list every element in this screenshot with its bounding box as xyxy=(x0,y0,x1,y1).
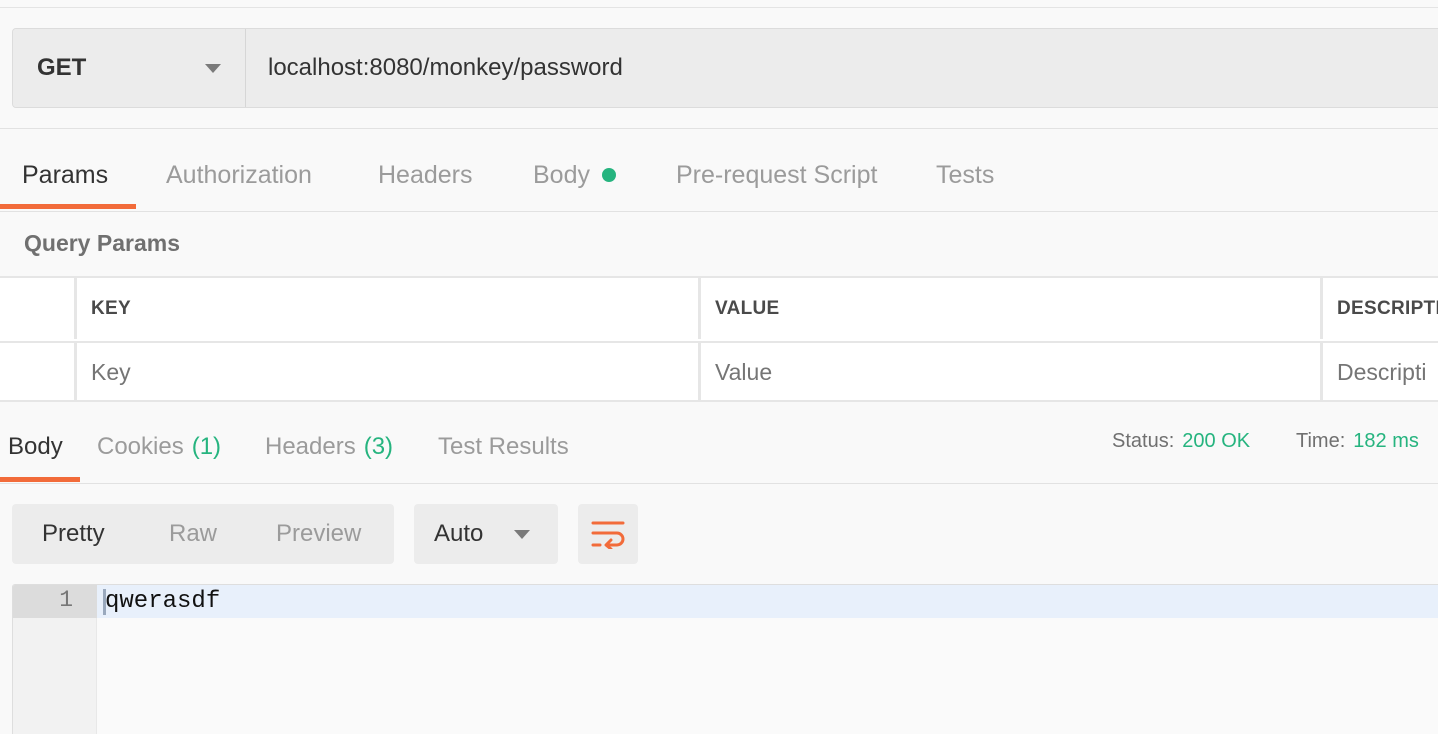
status-readout: Status: 200 OK xyxy=(1112,430,1250,453)
row-handle-cell xyxy=(0,278,72,339)
tab-label: Headers xyxy=(265,433,356,460)
response-tab-headers[interactable]: Headers (3) xyxy=(265,414,393,480)
preview-button[interactable]: Preview xyxy=(276,520,361,548)
wrap-lines-button[interactable] xyxy=(578,504,638,564)
request-tabs: Params Authorization Headers Body Pre-re… xyxy=(0,140,1438,212)
row-handle-cell xyxy=(0,343,72,402)
tab-label: Cookies xyxy=(97,433,184,460)
description-cell xyxy=(1320,343,1438,402)
tab-tests[interactable]: Tests xyxy=(936,140,994,210)
table-row xyxy=(0,341,1438,402)
key-input[interactable] xyxy=(91,359,698,386)
method-select[interactable]: GET xyxy=(13,29,246,107)
query-params-title: Query Params xyxy=(24,230,180,256)
active-response-tab-indicator xyxy=(0,477,80,482)
url-input[interactable] xyxy=(246,29,1438,107)
format-select[interactable]: Auto xyxy=(414,504,558,564)
tab-pre-request-script[interactable]: Pre-request Script xyxy=(676,140,877,210)
top-edge xyxy=(0,0,1438,8)
tab-label: Tests xyxy=(936,160,995,189)
tab-label: Params xyxy=(22,160,109,189)
time-label: Time: xyxy=(1296,430,1346,452)
description-input[interactable] xyxy=(1337,359,1438,386)
tab-label: Body xyxy=(533,160,590,189)
tab-count: (3) xyxy=(363,433,394,460)
code-line: qwerasdf xyxy=(105,588,221,615)
green-dot-icon xyxy=(601,168,616,182)
method-label: GET xyxy=(37,54,87,81)
tab-label: Headers xyxy=(378,160,473,189)
value-input[interactable] xyxy=(715,359,1322,386)
view-mode-group: Pretty Raw Preview xyxy=(12,504,394,564)
query-params-table: KEY VALUE DESCRIPTIO xyxy=(0,276,1438,402)
format-label: Auto xyxy=(434,520,484,547)
column-header-value: VALUE xyxy=(698,278,1322,339)
time-value: 182 ms xyxy=(1353,430,1419,452)
tab-label: Body xyxy=(8,433,63,460)
status-value: 200 OK xyxy=(1182,430,1251,452)
response-tab-body[interactable]: Body xyxy=(8,414,63,480)
pretty-button[interactable]: Pretty xyxy=(42,520,105,548)
line-number: 1 xyxy=(59,587,73,613)
tab-body[interactable]: Body xyxy=(533,140,616,210)
tab-params[interactable]: Params xyxy=(22,140,108,210)
active-line-highlight xyxy=(97,585,1438,618)
active-tab-indicator xyxy=(0,204,136,209)
table-header-row: KEY VALUE DESCRIPTIO xyxy=(0,278,1438,339)
chevron-down-icon xyxy=(514,529,530,539)
column-header-key: KEY xyxy=(74,278,698,339)
response-body-editor[interactable]: 1 qwerasdf xyxy=(12,584,1438,734)
active-line-gutter: 1 xyxy=(13,585,97,618)
response-tab-test-results[interactable]: Test Results xyxy=(438,414,569,480)
divider xyxy=(0,128,1438,129)
status-label: Status: xyxy=(1112,430,1175,452)
request-bar: GET xyxy=(12,28,1438,108)
column-header-description: DESCRIPTIO xyxy=(1320,278,1438,339)
tab-label: Test Results xyxy=(438,433,569,460)
response-tab-cookies[interactable]: Cookies (1) xyxy=(97,414,221,480)
tab-authorization[interactable]: Authorization xyxy=(166,140,312,210)
chevron-down-icon xyxy=(205,63,221,73)
tab-label: Pre-request Script xyxy=(676,160,878,189)
key-cell xyxy=(74,343,698,402)
wrap-lines-icon xyxy=(591,521,625,549)
tab-headers[interactable]: Headers xyxy=(378,140,473,210)
tab-label: Authorization xyxy=(166,160,312,189)
tab-count: (1) xyxy=(191,433,222,460)
value-cell xyxy=(698,343,1322,402)
raw-button[interactable]: Raw xyxy=(169,520,217,548)
time-readout: Time: 182 ms xyxy=(1296,430,1419,453)
